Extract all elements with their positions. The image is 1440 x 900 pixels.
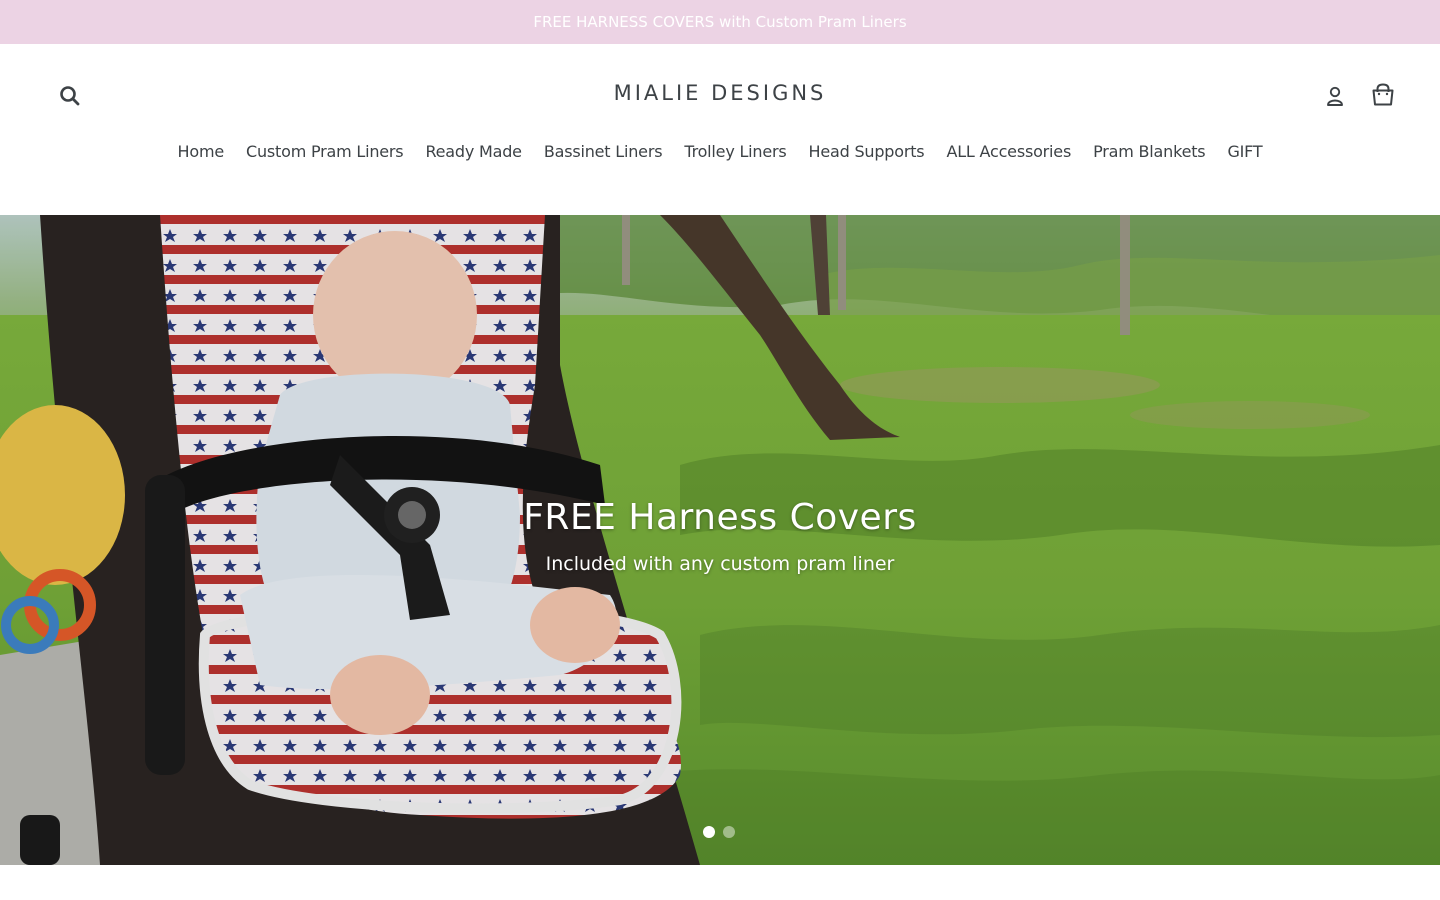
nav-item-custom-pram-liners[interactable]: Custom Pram Liners bbox=[235, 140, 414, 164]
nav-item-home[interactable]: Home bbox=[167, 140, 235, 164]
slide-dot-2[interactable] bbox=[723, 826, 735, 838]
nav-item-trolley-liners[interactable]: Trolley Liners bbox=[673, 140, 797, 164]
nav-item-all-accessories[interactable]: ALL Accessories bbox=[935, 140, 1082, 164]
announcement-bar[interactable]: FREE HARNESS COVERS with Custom Pram Lin… bbox=[0, 0, 1440, 44]
nav-item-head-supports[interactable]: Head Supports bbox=[798, 140, 936, 164]
hero-subtitle: Included with any custom pram liner bbox=[545, 553, 895, 575]
user-icon bbox=[1327, 86, 1343, 106]
main-navigation: Home Custom Pram Liners Ready Made Bassi… bbox=[0, 140, 1440, 164]
site-logo[interactable]: MIALIE DESIGNS bbox=[0, 81, 1440, 105]
hero-title: FREE Harness Covers bbox=[523, 497, 917, 538]
slide-indicators bbox=[703, 826, 735, 838]
nav-item-pram-blankets[interactable]: Pram Blankets bbox=[1082, 140, 1216, 164]
site-header: MIALIE DESIGNS Home Custom Pram Liners R… bbox=[0, 44, 1440, 215]
hero-slideshow[interactable]: FREE Harness Covers Included with any cu… bbox=[0, 215, 1440, 865]
nav-item-bassinet-liners[interactable]: Bassinet Liners bbox=[533, 140, 674, 164]
nav-item-ready-made[interactable]: Ready Made bbox=[414, 140, 532, 164]
slide-dot-1[interactable] bbox=[703, 826, 715, 838]
login-button[interactable] bbox=[1322, 82, 1348, 110]
nav-item-gift[interactable]: GIFT bbox=[1216, 140, 1273, 164]
page-content-start bbox=[0, 865, 1440, 900]
announcement-text[interactable]: FREE HARNESS COVERS with Custom Pram Lin… bbox=[533, 13, 906, 31]
cart-button[interactable] bbox=[1369, 80, 1397, 110]
hero-image bbox=[0, 215, 1440, 865]
cart-icon bbox=[1372, 83, 1394, 106]
